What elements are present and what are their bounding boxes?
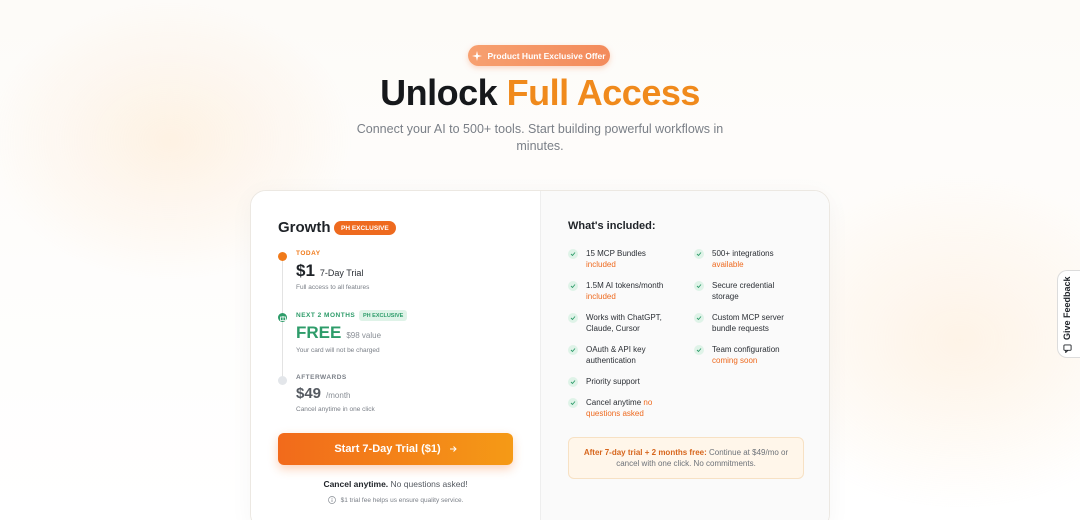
cancel-note-rest: No questions asked!	[388, 479, 468, 489]
feature-item: OAuth & API key authentication	[568, 344, 668, 366]
page-subheadline: Connect your AI to 500+ tools. Start bui…	[356, 122, 724, 153]
price-next: FREE	[296, 323, 342, 342]
timeline-dot-after	[278, 376, 287, 385]
trial-fee-text: $1 trial fee helps us ensure quality ser…	[340, 496, 464, 504]
price-after: $49	[296, 385, 322, 402]
timeline-dot-next	[278, 313, 287, 322]
feature-item: Priority support	[568, 376, 678, 387]
price-note-after: /month	[326, 391, 351, 400]
check-icon	[694, 313, 704, 323]
feature-highlight: coming soon	[712, 356, 758, 365]
headline-accent: Full Access	[506, 72, 701, 113]
pricing-card: Growth PH EXCLUSIVE TODAY $1 7-Day Trial…	[250, 190, 830, 520]
gift-icon	[279, 315, 286, 321]
page-headline: Unlock Full Access	[0, 72, 1080, 114]
feature-item: 500+ integrations available	[694, 248, 804, 270]
step-desc-today: Full access to all features	[296, 284, 370, 291]
give-feedback-tab[interactable]: Give Feedback	[1057, 270, 1080, 358]
feature-text: 15 MCP Bundles	[586, 249, 646, 258]
sparkle-icon	[472, 50, 483, 61]
check-icon	[694, 249, 704, 259]
check-icon	[568, 249, 578, 259]
feature-text: Priority support	[586, 377, 640, 386]
offer-badge-label: Product Hunt Exclusive Offer	[487, 50, 606, 61]
check-icon	[568, 313, 578, 323]
feature-item: Cancel anytime no questions asked	[568, 397, 668, 419]
feature-text: 500+ integrations	[712, 249, 774, 258]
price-today: $1	[296, 261, 315, 280]
step-desc-after: Cancel anytime in one click	[296, 406, 375, 413]
feature-item: Secure credential storage	[694, 280, 784, 302]
check-icon	[694, 345, 704, 355]
feature-text: Team configuration	[712, 345, 780, 354]
trial-terms-bold: After 7-day trial + 2 months free:	[583, 448, 707, 457]
price-row-after: $49 /month	[296, 385, 351, 402]
check-icon	[694, 281, 704, 291]
included-panel: What's included: 15 MCP Bundles included …	[540, 191, 829, 520]
timeline-dot-today	[278, 252, 287, 261]
step-label-next: NEXT 2 MONTHS	[296, 312, 356, 319]
feature-text: 1.5M AI tokens/month	[586, 281, 664, 290]
check-icon	[568, 345, 578, 355]
plan-panel: Growth PH EXCLUSIVE TODAY $1 7-Day Trial…	[251, 191, 540, 520]
check-icon	[568, 377, 578, 387]
feature-item: Team configuration coming soon	[694, 344, 804, 366]
check-icon	[568, 398, 578, 408]
feature-text: Works with ChatGPT, Claude, Cursor	[586, 313, 662, 333]
plan-exclusive-badge: PH EXCLUSIVE	[334, 221, 396, 235]
feature-text: OAuth & API key authentication	[586, 345, 646, 365]
start-trial-button[interactable]: Start 7-Day Trial ($1)	[278, 433, 513, 465]
price-note-today: 7-Day Trial	[319, 268, 364, 278]
cancel-note: Cancel anytime. No questions asked!	[251, 479, 540, 489]
step-desc-next: Your card will not be charged	[296, 347, 380, 354]
feature-text: Secure credential storage	[712, 281, 775, 301]
price-row-today: $1 7-Day Trial	[296, 261, 363, 281]
check-icon	[568, 281, 578, 291]
info-icon	[327, 496, 336, 504]
feedback-icon	[1062, 344, 1072, 353]
arrow-right-icon	[449, 446, 457, 452]
price-note-next: $98 value	[346, 331, 382, 340]
feature-item: 15 MCP Bundles included	[568, 248, 678, 270]
feature-highlight: available	[712, 260, 744, 269]
feature-item: 1.5M AI tokens/month included	[568, 280, 678, 302]
price-row-next: FREE $98 value	[296, 323, 381, 343]
product-hunt-offer-badge: Product Hunt Exclusive Offer	[468, 45, 610, 66]
trial-terms-note: After 7-day trial + 2 months free: Conti…	[568, 437, 804, 479]
feature-item: Custom MCP server bundle requests	[694, 312, 794, 334]
feature-highlight: included	[586, 292, 616, 301]
step-label-after: AFTERWARDS	[296, 374, 347, 381]
feature-text: Custom MCP server bundle requests	[712, 313, 784, 333]
next-exclusive-badge: PH EXCLUSIVE	[359, 310, 408, 321]
give-feedback-content: Give Feedback	[1062, 273, 1072, 353]
feature-text: Cancel anytime	[586, 398, 642, 407]
cancel-note-bold: Cancel anytime.	[323, 479, 389, 489]
trial-fee-note: $1 trial fee helps us ensure quality ser…	[251, 496, 540, 504]
step-label-today: TODAY	[296, 250, 321, 257]
included-title: What's included:	[568, 220, 656, 232]
start-trial-label: Start 7-Day Trial ($1)	[334, 443, 441, 455]
headline-lead: Unlock	[380, 72, 507, 113]
plan-name: Growth	[278, 219, 331, 236]
feature-highlight: included	[586, 260, 616, 269]
give-feedback-label: Give Feedback	[1062, 276, 1072, 340]
feature-item: Works with ChatGPT, Claude, Cursor	[568, 312, 668, 334]
